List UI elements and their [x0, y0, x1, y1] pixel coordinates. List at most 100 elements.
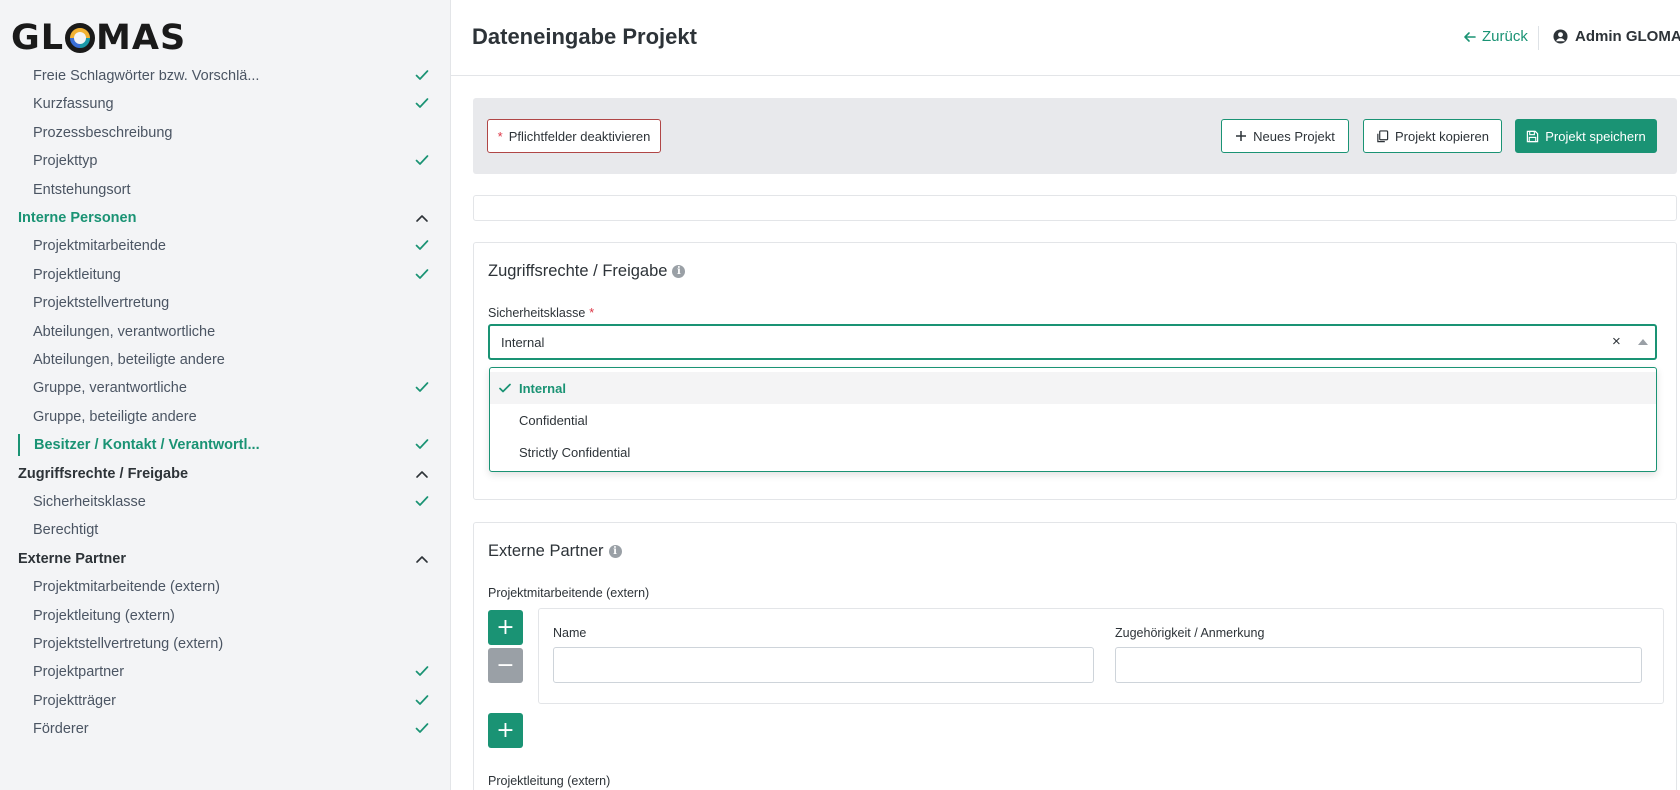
sidebar-item-gruppe-verantwortliche[interactable]: Gruppe, verantwortliche: [0, 374, 450, 402]
sidebar-item-label: Berechtigt: [33, 522, 99, 539]
sidebar-item-abteilungen-verantwortliche[interactable]: Abteilungen, verantwortliche: [0, 318, 450, 346]
copy-project-label: Projekt kopieren: [1395, 128, 1489, 144]
dropdown-option-confidential[interactable]: Confidential: [490, 404, 1656, 436]
chevron-up-icon[interactable]: [414, 210, 430, 226]
save-project-button[interactable]: Projekt speichern: [1515, 119, 1657, 153]
dropdown-option-internal[interactable]: Internal: [490, 372, 1656, 404]
external-card-title: Externe Partner i: [488, 542, 622, 561]
sidebar-item-label: Projektpartner: [33, 664, 125, 681]
sidebar-item-projektstellvertretung-extern[interactable]: Projektstellvertretung (extern): [0, 630, 450, 658]
caret-up-icon[interactable]: [1638, 339, 1648, 345]
sidebar-item-label: Abteilungen, beteiligte andere: [33, 352, 225, 368]
sidebar-item-label: Projektstellvertretung: [33, 295, 170, 312]
remove-row-button[interactable]: −: [488, 648, 523, 683]
action-toolbar: * Pflichtfelder deaktivieren Neues Proje…: [473, 98, 1677, 174]
sidebar-item-projektstellvertretung[interactable]: Projektstellvertretung: [0, 289, 450, 317]
header-divider: [1538, 26, 1539, 50]
option-label: Internal: [519, 380, 566, 396]
sidebar-section-externe-partner[interactable]: Externe Partner: [0, 545, 450, 573]
previous-section-card: [473, 195, 1677, 221]
sidebar-item-förderer[interactable]: Förderer: [0, 715, 450, 743]
dropdown-option-strictly-confidential[interactable]: Strictly Confidential: [490, 436, 1656, 468]
sidebar-item-label: Gruppe, verantwortliche: [33, 380, 187, 397]
sidebar-item-projektmitarbeitende[interactable]: Projektmitarbeitende: [0, 232, 450, 260]
check-icon: [415, 268, 429, 279]
check-icon: [415, 496, 429, 506]
glomas-logo[interactable]: GL MAS: [11, 18, 186, 58]
logo-text-left: GL: [11, 18, 65, 58]
check-icon: [415, 382, 429, 393]
chevron-up-icon[interactable]: [414, 466, 430, 482]
sidebar-item-projektleitung[interactable]: Projektleitung: [0, 261, 450, 289]
option-label: Strictly Confidential: [519, 444, 631, 460]
sidebar-item-label: Abteilungen, verantwortliche: [33, 323, 216, 340]
clear-icon[interactable]: ×: [1612, 333, 1621, 350]
security-class-value: Internal: [501, 335, 545, 350]
sidebar-item-besitzer-kontakt-verantwortl[interactable]: Besitzer / Kontakt / Verantwortl...: [0, 431, 450, 459]
check-icon: [415, 439, 429, 450]
sidebar-item-projekttyp[interactable]: Projekttyp: [0, 147, 450, 175]
plus-icon: [1236, 131, 1247, 141]
sidebar-section-zugriffsrechte-freigabe[interactable]: Zugriffsrechte / Freigabe: [0, 460, 450, 488]
add-row-button[interactable]: +: [488, 610, 523, 645]
sidebar-item-label: Prozessbeschreibung: [33, 124, 173, 141]
sidebar: Freie Schlagwörter bzw. Vorschlä... Kurzf…: [0, 0, 451, 790]
security-class-label: Sicherheitsklasse *: [488, 306, 594, 320]
affiliation-label: Zugehörigkeit / Anmerkung: [1115, 626, 1265, 640]
add-entry-button[interactable]: +: [488, 713, 523, 748]
sidebar-item-berechtigt[interactable]: Berechtigt: [0, 516, 450, 544]
access-card-title: Zugriffsrechte / Freigabe i: [488, 262, 686, 281]
sidebar-item-label: Projektleitung: [33, 266, 121, 283]
sidebar-item-label: Projektleitung (extern): [33, 607, 175, 624]
sidebar-item-sicherheitsklasse[interactable]: Sicherheitsklasse: [0, 488, 450, 516]
check-icon: [415, 666, 429, 677]
external-employees-label: Projektmitarbeitende (extern): [488, 586, 650, 600]
user-menu[interactable]: Admin GLOMAS: [1553, 28, 1680, 45]
user-circle-icon: [1553, 29, 1568, 44]
security-class-label-text: Sicherheitsklasse: [488, 306, 586, 320]
sidebar-item-label: Projekttyp: [33, 153, 98, 170]
sidebar-item-kurzfassung[interactable]: Kurzfassung: [0, 90, 450, 118]
sidebar-item-label: Projektstellvertretung (extern): [33, 636, 224, 652]
name-label: Name: [553, 626, 587, 640]
sidebar-item-label: Interne Personen: [18, 210, 137, 226]
disable-required-fields-label: Pflichtfelder deaktivieren: [508, 128, 651, 144]
sidebar-item-label: Förderer: [33, 721, 89, 738]
info-icon[interactable]: i: [608, 545, 622, 558]
new-project-button[interactable]: Neues Projekt: [1221, 119, 1349, 153]
required-marker: *: [497, 128, 503, 144]
page-header: Dateneingabe Projekt Zurück Admin GLOMAS: [451, 0, 1680, 76]
sidebar-item-projektmitarbeitende-extern[interactable]: Projektmitarbeitende (extern): [0, 573, 450, 601]
user-name: Admin GLOMAS: [1575, 28, 1680, 45]
check-icon: [499, 383, 511, 393]
check-icon: [415, 155, 429, 166]
chevron-up-icon[interactable]: [414, 551, 430, 567]
security-class-select[interactable]: Internal ×: [488, 324, 1657, 360]
external-employee-row: Name Zugehörigkeit / Anmerkung: [538, 608, 1664, 704]
sidebar-item-projektträger[interactable]: Projektträger: [0, 687, 450, 715]
name-input[interactable]: [553, 647, 1094, 683]
info-icon[interactable]: i: [672, 265, 686, 278]
sidebar-item-projektpartner[interactable]: Projektpartner: [0, 658, 450, 686]
sidebar-item-entstehungsort[interactable]: Entstehungsort: [0, 176, 450, 204]
sidebar-item-label: Gruppe, beteiligte andere: [33, 408, 197, 425]
sidebar-item-label: Entstehungsort: [33, 181, 131, 198]
copy-project-button[interactable]: Projekt kopieren: [1363, 119, 1502, 153]
check-icon: [415, 98, 429, 109]
sidebar-item-label: Projektträger: [33, 692, 117, 709]
sidebar-section-interne-personen[interactable]: Interne Personen: [0, 204, 450, 232]
access-title-text: Zugriffsrechte / Freigabe: [488, 262, 668, 280]
sidebar-item-gruppe-beteiligte-andere[interactable]: Gruppe, beteiligte andere: [0, 403, 450, 431]
sidebar-item-label: Projektmitarbeitende (extern): [33, 579, 220, 596]
logo-text-right: MAS: [96, 18, 187, 58]
sidebar-item-label: Kurzfassung: [33, 96, 114, 113]
sidebar-item-prozessbeschreibung[interactable]: Prozessbeschreibung: [0, 119, 450, 147]
sidebar-item-projektleitung-extern[interactable]: Projektleitung (extern): [0, 602, 450, 630]
logo-globe-icon: [65, 23, 96, 53]
disable-required-fields-button[interactable]: * Pflichtfelder deaktivieren: [487, 119, 661, 153]
sidebar-item-abteilungen-beteiligte-andere[interactable]: Abteilungen, beteiligte andere: [0, 346, 450, 374]
back-label: Zurück: [1482, 28, 1528, 45]
affiliation-input[interactable]: [1115, 647, 1642, 683]
external-title-text: Externe Partner: [488, 542, 604, 560]
back-link[interactable]: Zurück: [1463, 28, 1528, 45]
